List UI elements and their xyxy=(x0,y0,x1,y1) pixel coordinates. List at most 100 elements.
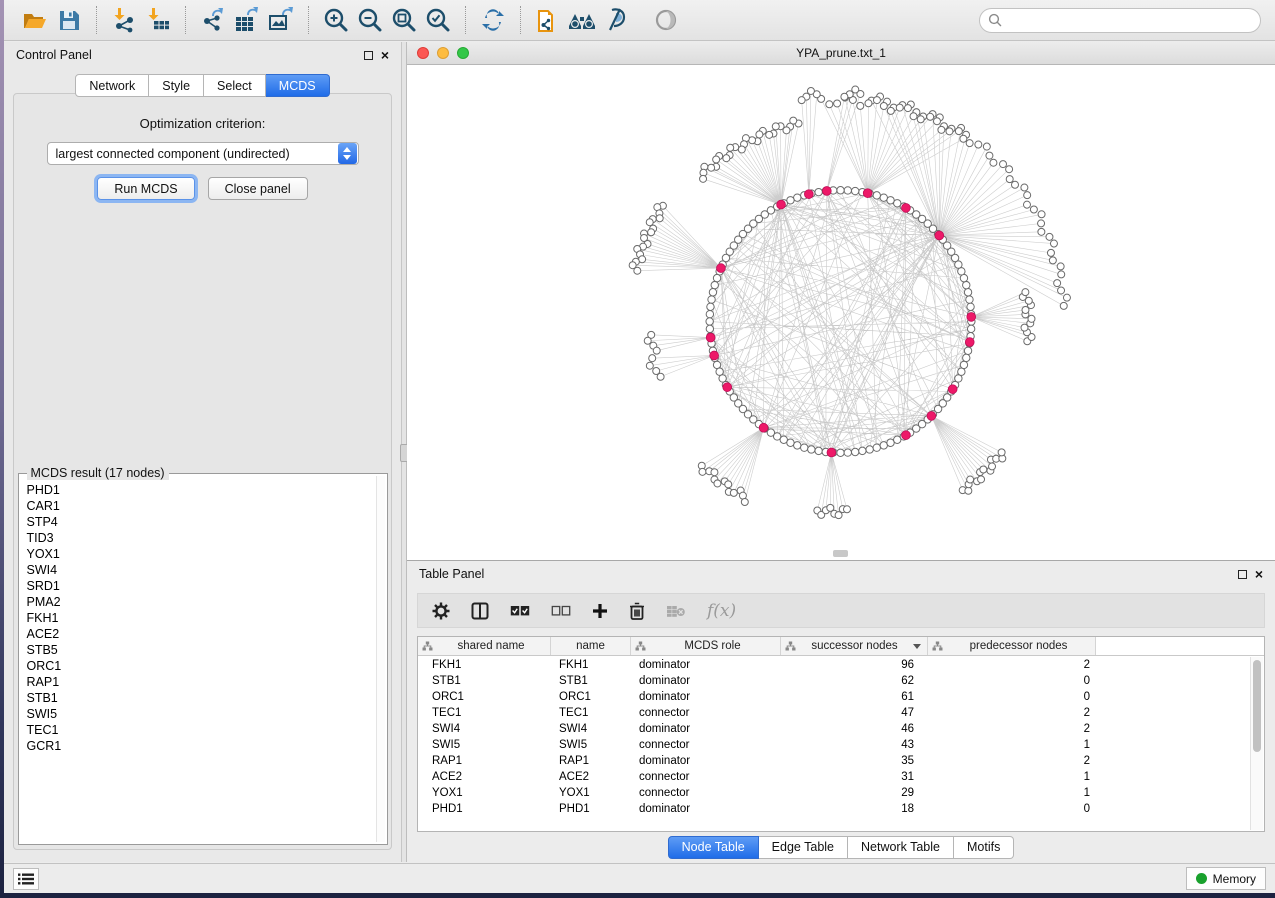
zoom-out-icon[interactable] xyxy=(353,5,387,35)
table-scrollbar[interactable] xyxy=(1250,657,1263,830)
mcds-result-item[interactable]: PHD1 xyxy=(21,482,375,498)
mcds-result-item[interactable]: TEC1 xyxy=(21,722,375,738)
mcds-result-item[interactable]: STB5 xyxy=(21,642,375,658)
table-settings-gear-icon[interactable] xyxy=(432,602,450,620)
close-table-panel-icon[interactable]: × xyxy=(1255,569,1263,579)
save-session-icon[interactable] xyxy=(52,5,86,35)
mcds-result-item[interactable]: GCR1 xyxy=(21,738,375,754)
network-hscroll-thumb[interactable] xyxy=(833,550,848,557)
table-row[interactable]: YOX1YOX1connector291 xyxy=(418,785,1250,801)
table-row[interactable]: SWI5SWI5connector431 xyxy=(418,737,1250,753)
hide-graphics-details-icon[interactable] xyxy=(599,5,633,35)
share-document-icon[interactable] xyxy=(531,5,565,35)
table-row[interactable]: ORC1ORC1dominator610 xyxy=(418,689,1250,705)
toolbar-separator xyxy=(185,6,186,34)
column-header-predecessor-nodes[interactable]: predecessor nodes xyxy=(928,637,1096,655)
table-scrollbar-thumb[interactable] xyxy=(1253,660,1261,752)
mcds-result-item[interactable]: ACE2 xyxy=(21,626,375,642)
tab-node-table[interactable]: Node Table xyxy=(668,836,759,859)
table-row[interactable]: RAP1RAP1dominator352 xyxy=(418,753,1250,769)
tab-edge-table[interactable]: Edge Table xyxy=(759,836,848,859)
mcds-list-scrollbar[interactable] xyxy=(376,476,385,842)
mcds-result-item[interactable]: RAP1 xyxy=(21,674,375,690)
table-row[interactable]: STB1STB1dominator620 xyxy=(418,673,1250,689)
mcds-result-item[interactable]: ORC1 xyxy=(21,658,375,674)
window-close-icon[interactable] xyxy=(417,47,429,59)
mcds-result-item[interactable]: TID3 xyxy=(21,530,375,546)
mcds-result-item[interactable]: CAR1 xyxy=(21,498,375,514)
window-minimize-icon[interactable] xyxy=(437,47,449,59)
export-table-icon[interactable] xyxy=(230,5,264,35)
mcds-result-item[interactable]: SWI5 xyxy=(21,706,375,722)
zoom-in-icon[interactable] xyxy=(319,5,353,35)
tab-style[interactable]: Style xyxy=(149,74,204,97)
tab-select[interactable]: Select xyxy=(204,74,266,97)
import-network-icon[interactable] xyxy=(107,5,141,35)
zoom-fit-icon[interactable] xyxy=(387,5,421,35)
show-task-history-button[interactable] xyxy=(13,868,39,890)
column-header-mcds-role[interactable]: MCDS role xyxy=(631,637,781,655)
table-row[interactable]: ACE2ACE2connector311 xyxy=(418,769,1250,785)
refresh-layout-icon[interactable] xyxy=(476,5,510,35)
tab-network-table[interactable]: Network Table xyxy=(848,836,954,859)
table-cell: connector xyxy=(631,707,781,719)
run-mcds-button[interactable]: Run MCDS xyxy=(97,177,194,200)
table-cell: 96 xyxy=(781,659,928,671)
window-maximize-icon[interactable] xyxy=(457,47,469,59)
delete-column-trash-icon[interactable] xyxy=(629,602,645,620)
mcds-result-item[interactable]: FKH1 xyxy=(21,610,375,626)
table-cell: 47 xyxy=(781,707,928,719)
network-window-titlebar[interactable]: YPA_prune.txt_1 xyxy=(407,42,1275,65)
memory-button[interactable]: Memory xyxy=(1186,867,1266,890)
mcds-result-item[interactable]: SWI4 xyxy=(21,562,375,578)
function-builder-icon[interactable]: f(x) xyxy=(707,601,736,621)
create-column-icon[interactable] xyxy=(592,603,608,619)
show-graphics-details-icon[interactable] xyxy=(649,5,683,35)
search-input[interactable] xyxy=(1002,13,1252,27)
mcds-result-item[interactable]: SRD1 xyxy=(21,578,375,594)
show-column-icon[interactable] xyxy=(471,602,489,620)
mcds-result-item[interactable]: PMA2 xyxy=(21,594,375,610)
float-panel-icon[interactable] xyxy=(364,51,373,60)
network-window-title: YPA_prune.txt_1 xyxy=(796,46,886,60)
export-image-icon[interactable] xyxy=(264,5,298,35)
list-icon xyxy=(18,873,34,885)
table-row[interactable]: TEC1TEC1connector472 xyxy=(418,705,1250,721)
toolbar-separator xyxy=(465,6,466,34)
tab-network[interactable]: Network xyxy=(75,74,149,97)
close-panel-icon[interactable]: × xyxy=(381,50,389,60)
tab-motifs[interactable]: Motifs xyxy=(954,836,1014,859)
open-session-icon[interactable] xyxy=(18,5,52,35)
table-row[interactable]: SWI4SWI4dominator462 xyxy=(418,721,1250,737)
mcds-result-item[interactable]: STB1 xyxy=(21,690,375,706)
tab-mcds[interactable]: MCDS xyxy=(266,74,330,97)
close-panel-button[interactable]: Close panel xyxy=(208,177,308,200)
mcds-result-item[interactable]: YOX1 xyxy=(21,546,375,562)
import-table-icon[interactable] xyxy=(141,5,175,35)
column-header-name[interactable]: name xyxy=(551,637,631,655)
zoom-selected-icon[interactable] xyxy=(421,5,455,35)
export-network-icon[interactable] xyxy=(196,5,230,35)
table-tabs: Node Table Edge Table Network Table Moti… xyxy=(407,832,1275,862)
table-cell: FKH1 xyxy=(418,659,551,671)
column-header-successor-nodes[interactable]: successor nodes xyxy=(781,637,928,655)
sort-descending-icon xyxy=(913,644,921,649)
network-canvas[interactable] xyxy=(407,65,1275,560)
column-header-shared-name[interactable]: shared name xyxy=(418,637,551,655)
table-row[interactable]: FKH1FKH1dominator962 xyxy=(418,657,1250,673)
float-table-panel-icon[interactable] xyxy=(1238,570,1247,579)
network-graph[interactable] xyxy=(407,65,1275,560)
mcds-result-item[interactable]: STP4 xyxy=(21,514,375,530)
table-cell: 1 xyxy=(928,787,1096,799)
control-panel: Control Panel × Network Style Select MCD… xyxy=(4,42,401,862)
table-body: FKH1FKH1dominator962STB1STB1dominator620… xyxy=(418,657,1250,831)
delete-table-icon[interactable] xyxy=(666,604,686,618)
optimization-criterion-select[interactable]: largest connected component (undirected) xyxy=(47,142,359,165)
select-all-columns-icon[interactable] xyxy=(510,605,530,617)
search-network-icon[interactable] xyxy=(565,5,599,35)
unselect-all-columns-icon[interactable] xyxy=(551,605,571,617)
table-row[interactable]: PHD1PHD1dominator180 xyxy=(418,801,1250,817)
table-cell: YOX1 xyxy=(418,787,551,799)
app-window: Control Panel × Network Style Select MCD… xyxy=(4,0,1275,893)
network-search-box[interactable] xyxy=(979,8,1261,33)
